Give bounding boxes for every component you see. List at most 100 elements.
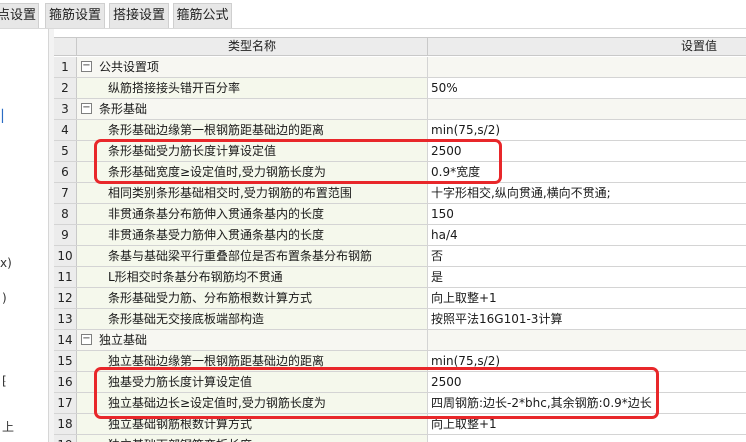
setting-value-cell[interactable] bbox=[428, 435, 746, 442]
header-type-name[interactable]: 类型名称 bbox=[77, 38, 428, 56]
row-label: 条形基础受力筋、分布筋根数计算方式 bbox=[108, 291, 313, 305]
table-row[interactable]: 13 条形基础无交接底板端部构造 按照平法16G101-3计算 bbox=[54, 309, 746, 330]
setting-value-cell[interactable]: 否 bbox=[428, 246, 746, 266]
left-tree-mark: ⁅ bbox=[2, 374, 7, 388]
collapse-icon[interactable]: − bbox=[81, 334, 92, 345]
setting-value-cell[interactable]: min(75,s/2) bbox=[428, 351, 746, 371]
setting-name: 非贯通条基受力筋伸入贯通条基内的长度 bbox=[77, 225, 428, 245]
row-number: 19 bbox=[54, 435, 77, 442]
row-label: 条形基础 bbox=[99, 102, 148, 116]
settings-grid: 类型名称 设置值 1− 公共设置项 2 纵筋搭接接头错开百分率 50% 3− 条形基础 4 条形… bbox=[54, 37, 746, 442]
setting-name: 条形基础无交接底板端部构造 bbox=[77, 309, 428, 329]
table-row[interactable]: 18 独立基础钢筋根数计算方式 向上取整+1 bbox=[54, 414, 746, 435]
group-row[interactable]: 3− 条形基础 bbox=[54, 99, 746, 120]
row-number: 16 bbox=[54, 372, 77, 392]
row-number: 2 bbox=[54, 78, 77, 98]
group-name: − 独立基础 bbox=[77, 330, 428, 350]
table-row[interactable]: 2 纵筋搭接接头错开百分率 50% bbox=[54, 78, 746, 99]
tab-point-settings[interactable]: 点设置 bbox=[0, 3, 39, 28]
table-row[interactable]: 12 条形基础受力筋、分布筋根数计算方式 向上取整+1 bbox=[54, 288, 746, 309]
tab-lap-settings[interactable]: 搭接设置 bbox=[109, 3, 169, 28]
setting-name: 条形基础受力筋、分布筋根数计算方式 bbox=[77, 288, 428, 308]
table-row[interactable]: 10 条基与基础梁平行重叠部位是否布置条基分布钢筋 否 bbox=[54, 246, 746, 267]
collapse-icon[interactable]: − bbox=[81, 103, 92, 114]
setting-value-cell[interactable]: 2500 bbox=[428, 141, 746, 161]
setting-name: 独立基础边缘第一根钢筋距基础边的距离 bbox=[77, 351, 428, 371]
row-number: 3 bbox=[54, 99, 77, 119]
table-row[interactable]: 16 独基受力筋长度计算设定值 2500 bbox=[54, 372, 746, 393]
setting-name: 独基受力筋长度计算设定值 bbox=[77, 372, 428, 392]
row-number: 17 bbox=[54, 393, 77, 413]
setting-value-cell[interactable]: ha/4 bbox=[428, 225, 746, 245]
row-number: 13 bbox=[54, 309, 77, 329]
setting-name: 纵筋搭接接头错开百分率 bbox=[77, 78, 428, 98]
header-setting-value[interactable]: 设置值 bbox=[428, 38, 746, 56]
table-row[interactable]: 5 条形基础受力筋长度计算设定值 2500 bbox=[54, 141, 746, 162]
setting-value-cell bbox=[428, 330, 746, 350]
table-row[interactable]: 15 独立基础边缘第一根钢筋距基础边的距离 min(75,s/2) bbox=[54, 351, 746, 372]
table-row[interactable]: 9 非贯通条基受力筋伸入贯通条基内的长度 ha/4 bbox=[54, 225, 746, 246]
row-number: 11 bbox=[54, 267, 77, 287]
setting-name: L形相交时条基分布钢筋均不贯通 bbox=[77, 267, 428, 287]
setting-value-cell[interactable]: 向上取整+1 bbox=[428, 414, 746, 434]
grid-header: 类型名称 设置值 bbox=[54, 38, 746, 56]
group-row[interactable]: 1− 公共设置项 bbox=[54, 57, 746, 78]
table-row[interactable]: 7 相同类别条形基础相交时,受力钢筋的布置范围 十字形相交,纵向贯通,横向不贯通; bbox=[54, 183, 746, 204]
row-label: L形相交时条基分布钢筋均不贯通 bbox=[108, 270, 283, 284]
left-tree-mark: ▏ bbox=[2, 109, 12, 123]
setting-value-cell[interactable]: 50% bbox=[428, 78, 746, 98]
row-label: 非贯通条基分布筋伸入贯通条基内的长度 bbox=[108, 207, 325, 221]
setting-value-cell[interactable]: 四周钢筋:边长-2*bhc,其余钢筋:0.9*边长 bbox=[428, 393, 746, 413]
table-row[interactable]: 8 非贯通条基分布筋伸入贯通条基内的长度 150 bbox=[54, 204, 746, 225]
table-row[interactable]: 6 条形基础宽度≥设定值时,受力钢筋长度为 0.9*宽度 bbox=[54, 162, 746, 183]
left-tree-mark: ) bbox=[2, 291, 7, 305]
setting-value-cell[interactable]: 是 bbox=[428, 267, 746, 287]
tab-stirrup-formula[interactable]: 箍筋公式 bbox=[173, 3, 232, 28]
setting-value-cell[interactable]: 按照平法16G101-3计算 bbox=[428, 309, 746, 329]
setting-name: 非贯通条基分布筋伸入贯通条基内的长度 bbox=[77, 204, 428, 224]
setting-name: 相同类别条形基础相交时,受力钢筋的布置范围 bbox=[77, 183, 428, 203]
setting-value-cell[interactable]: 十字形相交,纵向贯通,横向不贯通; bbox=[428, 183, 746, 203]
setting-name: 条形基础边缘第一根钢筋距基础边的距离 bbox=[77, 120, 428, 140]
row-number: 10 bbox=[54, 246, 77, 266]
group-name: − 公共设置项 bbox=[77, 57, 428, 77]
setting-value-cell[interactable]: 0.9*宽度 bbox=[428, 162, 746, 182]
collapse-icon[interactable]: − bbox=[81, 61, 92, 72]
table-row[interactable]: 17 独立基础边长≥设定值时,受力钢筋长度为 四周钢筋:边长-2*bhc,其余钢筋:… bbox=[54, 393, 746, 414]
row-number: 9 bbox=[54, 225, 77, 245]
tab-stirrup-settings[interactable]: 箍筋设置 bbox=[45, 3, 105, 28]
row-label: 相同类别条形基础相交时,受力钢筋的布置范围 bbox=[108, 186, 352, 200]
table-row[interactable]: 4 条形基础边缘第一根钢筋距基础边的距离 min(75,s/2) bbox=[54, 120, 746, 141]
row-number: 5 bbox=[54, 141, 77, 161]
row-label: 独立基础 bbox=[99, 333, 148, 347]
row-label: 独基受力筋长度计算设定值 bbox=[108, 375, 253, 389]
setting-value-cell[interactable]: 向上取整+1 bbox=[428, 288, 746, 308]
row-number: 8 bbox=[54, 204, 77, 224]
left-tree-mark: 上 bbox=[2, 420, 15, 434]
table-row[interactable]: 19 独立基础下部钢筋弯折长度 bbox=[54, 435, 746, 442]
row-number: 15 bbox=[54, 351, 77, 371]
row-number: 14 bbox=[54, 330, 77, 350]
row-label: 条基与基础梁平行重叠部位是否布置条基分布钢筋 bbox=[108, 249, 373, 263]
table-row[interactable]: 11 L形相交时条基分布钢筋均不贯通 是 bbox=[54, 267, 746, 288]
setting-value-cell[interactable]: 2500 bbox=[428, 372, 746, 392]
left-tree-mark: x) bbox=[0, 256, 12, 270]
row-label: 公共设置项 bbox=[99, 60, 160, 74]
settings-tab-strip: 点设置 箍筋设置 搭接设置 箍筋公式 bbox=[0, 0, 746, 29]
row-label: 条形基础边缘第一根钢筋距基础边的距离 bbox=[108, 123, 325, 137]
setting-value-cell[interactable]: min(75,s/2) bbox=[428, 120, 746, 140]
group-name: − 条形基础 bbox=[77, 99, 428, 119]
row-label: 非贯通条基受力筋伸入贯通条基内的长度 bbox=[108, 228, 325, 242]
row-label: 条形基础无交接底板端部构造 bbox=[108, 312, 265, 326]
setting-name: 独立基础边长≥设定值时,受力钢筋长度为 bbox=[77, 393, 428, 413]
row-label: 独立基础下部钢筋弯折长度 bbox=[108, 438, 252, 442]
setting-name: 独立基础下部钢筋弯折长度 bbox=[77, 435, 428, 442]
setting-name: 条基与基础梁平行重叠部位是否布置条基分布钢筋 bbox=[77, 246, 428, 266]
setting-name: 条形基础受力筋长度计算设定值 bbox=[77, 141, 428, 161]
row-label: 条形基础受力筋长度计算设定值 bbox=[108, 144, 277, 158]
setting-value-cell[interactable]: 150 bbox=[428, 204, 746, 224]
group-row[interactable]: 14− 独立基础 bbox=[54, 330, 746, 351]
row-label: 独立基础钢筋根数计算方式 bbox=[108, 417, 253, 431]
row-label: 独立基础边缘第一根钢筋距基础边的距离 bbox=[108, 354, 325, 368]
row-number: 7 bbox=[54, 183, 77, 203]
